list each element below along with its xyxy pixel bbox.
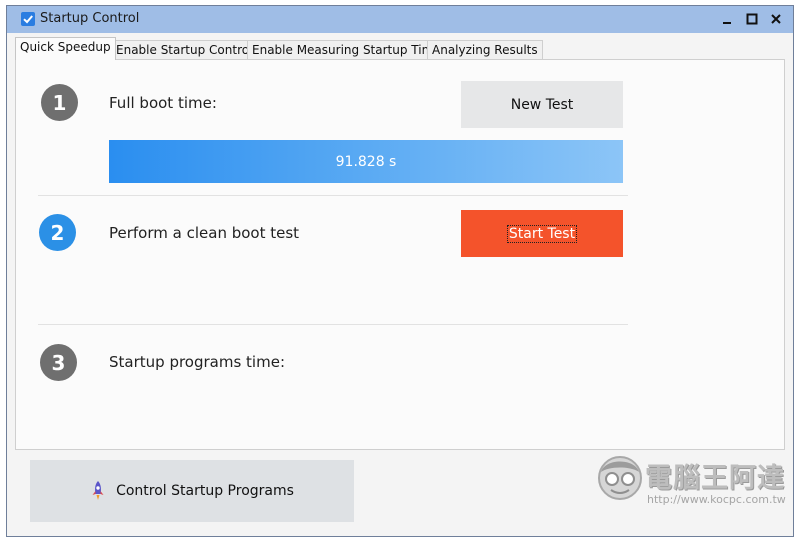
tab-quick-speedup[interactable]: Quick Speedup	[15, 37, 116, 60]
minimize-button[interactable]	[715, 8, 739, 30]
app-window: Startup Control Quick Speedup Enable Sta…	[6, 5, 794, 537]
rocket-icon	[90, 480, 106, 502]
full-boot-time-label: Full boot time:	[109, 94, 217, 112]
control-startup-programs-button[interactable]: Control Startup Programs	[30, 460, 354, 522]
clean-boot-test-label: Perform a clean boot test	[109, 224, 300, 242]
close-icon	[771, 14, 781, 24]
step-2-badge: 2	[39, 214, 76, 251]
quick-speedup-panel: 1 Full boot time: New Test 91.828 s 2 Pe…	[15, 59, 785, 450]
tab-strip: Quick Speedup Enable Startup Control Ena…	[15, 37, 785, 60]
maximize-icon	[746, 13, 758, 25]
kocpc-watermark: 電腦王阿達 http://www.kocpc.com.tw	[595, 452, 790, 516]
minimize-icon	[723, 22, 731, 24]
tab-analyzing-results[interactable]: Analyzing Results	[427, 40, 543, 59]
tab-enable-measuring-startup-time[interactable]: Enable Measuring Startup Time	[247, 40, 446, 59]
maximize-button[interactable]	[740, 8, 764, 30]
close-button[interactable]	[764, 8, 788, 30]
start-test-label: Start Test	[506, 224, 578, 243]
boot-time-value: 91.828 s	[335, 153, 397, 170]
divider	[38, 324, 628, 325]
title-bar[interactable]: Startup Control	[7, 6, 793, 33]
mascot-logo	[598, 456, 642, 500]
control-startup-programs-label: Control Startup Programs	[116, 483, 294, 499]
step-3-badge: 3	[40, 344, 77, 381]
checkbox-icon	[21, 12, 35, 26]
watermark-title: 電腦王阿達	[645, 463, 785, 494]
watermark-url: http://www.kocpc.com.tw	[647, 493, 786, 506]
boot-time-progress-bar: 91.828 s	[109, 140, 623, 183]
tab-enable-startup-control[interactable]: Enable Startup Control	[111, 40, 258, 59]
step-1-badge: 1	[41, 84, 78, 121]
divider	[38, 195, 628, 196]
new-test-button[interactable]: New Test	[461, 81, 623, 128]
start-test-button[interactable]: Start Test	[461, 210, 623, 257]
startup-programs-time-label: Startup programs time:	[109, 353, 285, 371]
window-title: Startup Control	[40, 11, 140, 26]
